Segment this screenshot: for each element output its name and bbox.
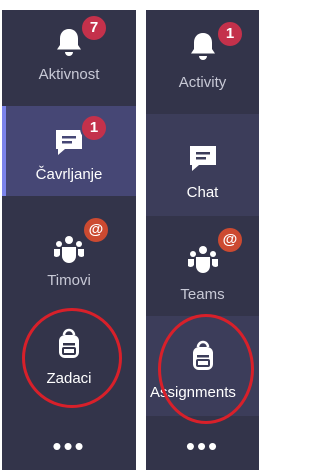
nav-more[interactable]: ••• xyxy=(2,430,136,466)
nav-assignments[interactable]: Assignments xyxy=(146,316,259,416)
more-icon: ••• xyxy=(185,431,220,461)
nav-activity[interactable]: 1 Activity xyxy=(146,10,259,106)
nav-chat-label: Čavrljanje xyxy=(35,166,103,183)
backpack-icon xyxy=(51,326,87,362)
chat-icon xyxy=(185,140,221,176)
nav-chat[interactable]: Chat xyxy=(146,114,259,216)
nav-chat[interactable]: 1 Čavrljanje xyxy=(2,106,136,196)
nav-teams-label: Teams xyxy=(180,286,225,303)
nav-chat-label: Chat xyxy=(186,184,219,201)
nav-assignments-label: Zadaci xyxy=(46,370,92,387)
right-app-bar: 1 Activity Chat @ Teams Assignments ••• xyxy=(146,10,259,470)
teams-comparison: 7 Aktivnost 1 Čavrljanje @ Timovi Zadaci… xyxy=(0,0,259,470)
left-app-bar: 7 Aktivnost 1 Čavrljanje @ Timovi Zadaci… xyxy=(2,10,136,470)
activity-badge: 7 xyxy=(80,14,108,42)
backpack-icon xyxy=(185,338,221,374)
nav-teams[interactable]: @ Teams xyxy=(146,218,259,314)
teams-mention-badge: @ xyxy=(216,226,244,254)
teams-mention-badge: @ xyxy=(82,216,110,244)
nav-assignments-label: Assignments xyxy=(150,384,236,401)
nav-activity-label: Aktivnost xyxy=(38,66,100,83)
chat-badge: 1 xyxy=(80,114,108,142)
teams-icon xyxy=(185,242,221,278)
nav-activity[interactable]: 7 Aktivnost xyxy=(2,10,136,94)
nav-teams[interactable]: @ Timovi xyxy=(2,210,136,298)
nav-assignments[interactable]: Zadaci xyxy=(2,308,136,400)
teams-icon xyxy=(51,232,87,268)
nav-teams-label: Timovi xyxy=(47,272,91,289)
nav-more[interactable]: ••• xyxy=(146,430,259,466)
activity-badge: 1 xyxy=(216,20,244,48)
more-icon: ••• xyxy=(52,431,86,461)
nav-activity-label: Activity xyxy=(178,74,227,91)
